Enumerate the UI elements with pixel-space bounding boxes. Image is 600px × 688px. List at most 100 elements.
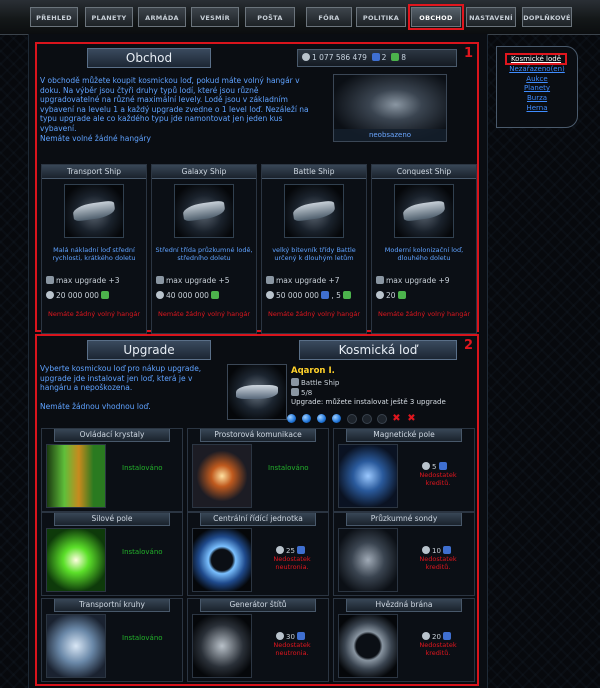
no-ship-message: Nemáte žádnou vhodnou loď. — [40, 402, 151, 412]
module-price-row: 10 — [422, 546, 453, 555]
upgrade-module-card[interactable]: Prostorová komunikace Instalováno — [187, 428, 329, 512]
tab-upgrade[interactable]: Upgrade — [87, 340, 211, 360]
upgrade-intro-text: Vyberte kosmickou loď pro nákup upgrade,… — [40, 364, 226, 412]
section-number: 2 — [463, 338, 473, 353]
credits-value: 1 077 586 479 — [312, 53, 367, 62]
upgrade-module-card[interactable]: Magnetické pole 5 Nedostatek kreditů. — [333, 428, 475, 512]
slot-filled-icon — [332, 414, 341, 423]
module-installed-status: Instalováno — [122, 634, 163, 642]
nav-tab[interactable]: VESMÍR — [191, 7, 239, 27]
hangar-image: neobsazeno — [333, 74, 447, 142]
ship-shape — [182, 200, 226, 222]
ship-warning: Nemáte žádný volný hangár — [157, 310, 250, 318]
nav-tab[interactable]: OBCHOD — [408, 4, 464, 30]
ship-name: Galaxy Ship — [152, 165, 256, 179]
module-price: 20 — [432, 633, 441, 641]
module-image — [46, 528, 106, 592]
sidebar-link[interactable]: Aukce — [497, 75, 577, 83]
ship-upgrade: max upgrade +3 — [56, 276, 120, 285]
upgrade-icon — [46, 276, 54, 284]
ship-upgrade: max upgrade +9 — [386, 276, 450, 285]
ship-warning: Nemáte žádný volný hangár — [377, 310, 470, 318]
ship-upgrade-row: max upgrade +7 — [262, 276, 366, 285]
upgrade-module-card[interactable]: Průzkumné sondy 10 Nedostatek kreditů. — [333, 512, 475, 596]
nav-tab[interactable]: PLANETY — [85, 7, 133, 27]
credits-icon — [422, 632, 430, 640]
upgrade-icon — [156, 276, 164, 284]
module-warning: Nedostatek kreditů. — [419, 641, 457, 657]
module-price: 10 — [432, 547, 441, 555]
upgrade-module-card[interactable]: Transportní kruhy Instalováno — [41, 598, 183, 682]
shop-section: 1 Obchod 1 077 586 479 2 8 V obchodě můž… — [35, 42, 479, 334]
sidebar-link[interactable]: Kosmické lodě — [505, 53, 567, 65]
ship-price-row: 50 000 000 , 5 — [262, 291, 366, 300]
ship-card[interactable]: Transport Ship Malá nákladní loď střední … — [41, 164, 147, 334]
module-name: Generátor štítů — [200, 599, 316, 612]
ship-price: 50 000 000 — [276, 291, 319, 300]
upgrade-module-card[interactable]: Hvězdná brána 20 Nedostatek kreditů. — [333, 598, 475, 682]
upgrade-module-card[interactable]: Ovládací krystaly Instalováno — [41, 428, 183, 512]
resource-bar: 1 077 586 479 2 8 — [297, 49, 457, 67]
module-price-row: 5 — [422, 462, 449, 471]
module-warning: Nedostatek neutronia. — [273, 641, 311, 657]
ship-price-row: 20 000 000 — [42, 291, 146, 300]
nav-tab[interactable]: NASTAVENÍ — [466, 7, 516, 27]
ship-name: Battle Ship — [262, 165, 366, 179]
ship-image[interactable] — [227, 364, 287, 420]
module-name: Průzkumné sondy — [346, 513, 462, 526]
upgrade-capacity: Upgrade: můžete instalovat ještě 3 upgra… — [291, 398, 446, 406]
resource-icon — [297, 546, 306, 554]
section-number: 1 — [463, 46, 473, 61]
slot-filled-icon — [302, 414, 311, 423]
sidebar-link[interactable]: Herna — [497, 104, 577, 112]
ship-price: 40 000 000 — [166, 291, 209, 300]
upgrade-slots: ✖ ✖ — [287, 413, 447, 425]
ship-warning: Nemáte žádný volný hangár — [47, 310, 140, 318]
ship-type-icon — [291, 378, 299, 386]
module-price-row: 30 — [276, 632, 307, 641]
ship-upgrade-row: max upgrade +5 — [152, 276, 256, 285]
nav-tab[interactable]: FÓRA — [306, 7, 352, 27]
tab-spaceship[interactable]: Kosmická loď — [299, 340, 457, 360]
ship-card[interactable]: Battle Ship velký bitevník třídy Battle u… — [261, 164, 367, 334]
module-warning: Nedostatek kreditů. — [419, 471, 457, 487]
upgrade-module-card[interactable]: Silové pole Instalováno — [41, 512, 183, 596]
upgrade-icon — [376, 276, 384, 284]
ship-shape — [236, 385, 278, 399]
ship-price: 20 000 000 — [56, 291, 99, 300]
ship-card[interactable]: Galaxy Ship Střední třída průzkumné lodě,… — [151, 164, 257, 334]
module-price: 30 — [286, 633, 295, 641]
nav-tab[interactable]: POŠTA — [245, 7, 295, 27]
hangar-value: 8 — [401, 53, 406, 62]
credits-icon — [156, 291, 164, 299]
upgrade-module-card[interactable]: Generátor štítů 30 Nedostatek neutronia. — [187, 598, 329, 682]
module-image — [46, 614, 106, 678]
no-hangar-message: Nemáte volné žádné hangáry — [40, 133, 151, 143]
module-name: Hvězdná brána — [346, 599, 462, 612]
upgrade-description: Vyberte kosmickou loď pro nákup upgrade,… — [40, 364, 202, 393]
credits-icon — [302, 53, 310, 61]
ship-warning: Nemáte žádný volný hangár — [267, 310, 360, 318]
ship-card[interactable]: Conquest Ship Moderní kolonizační loď, dl… — [371, 164, 477, 334]
nav-tab[interactable]: ARMÁDA — [138, 7, 186, 27]
content-frame: 1 Obchod 1 077 586 479 2 8 V obchodě můž… — [28, 34, 488, 688]
module-price-row: 20 — [422, 632, 453, 641]
sidebar-link[interactable]: Burza — [497, 94, 577, 102]
ship-shape — [72, 200, 116, 222]
ship-upgrade: max upgrade +7 — [276, 276, 340, 285]
ship-description: Moderní kolonizační loď, dlouhého doletu — [384, 246, 464, 262]
sidebar-link[interactable]: Nezařazeno(en) — [497, 65, 577, 73]
module-price: 25 — [286, 547, 295, 555]
upgrade-module-card[interactable]: Centrální řídící jednotka 25 Nedostatek n… — [187, 512, 329, 596]
nav-tab[interactable]: PŘEHLED — [30, 7, 78, 27]
sidebar-link[interactable]: Planety — [497, 84, 577, 92]
ship-upgrade-row: max upgrade +9 — [372, 276, 476, 285]
module-name: Ovládací krystaly — [54, 429, 170, 442]
ship-image — [394, 184, 454, 238]
nav-tab[interactable]: DOPLŇKOVÉ — [522, 7, 572, 27]
nav-tab[interactable]: POLITIKA — [356, 7, 406, 27]
shop-description: V obchodě můžete koupit kosmickou loď, p… — [40, 76, 309, 133]
shop-intro-text: V obchodě můžete koupit kosmickou loď, p… — [40, 76, 316, 143]
ship-upgrade-row: max upgrade +3 — [42, 276, 146, 285]
module-name: Transportní kruhy — [54, 599, 170, 612]
